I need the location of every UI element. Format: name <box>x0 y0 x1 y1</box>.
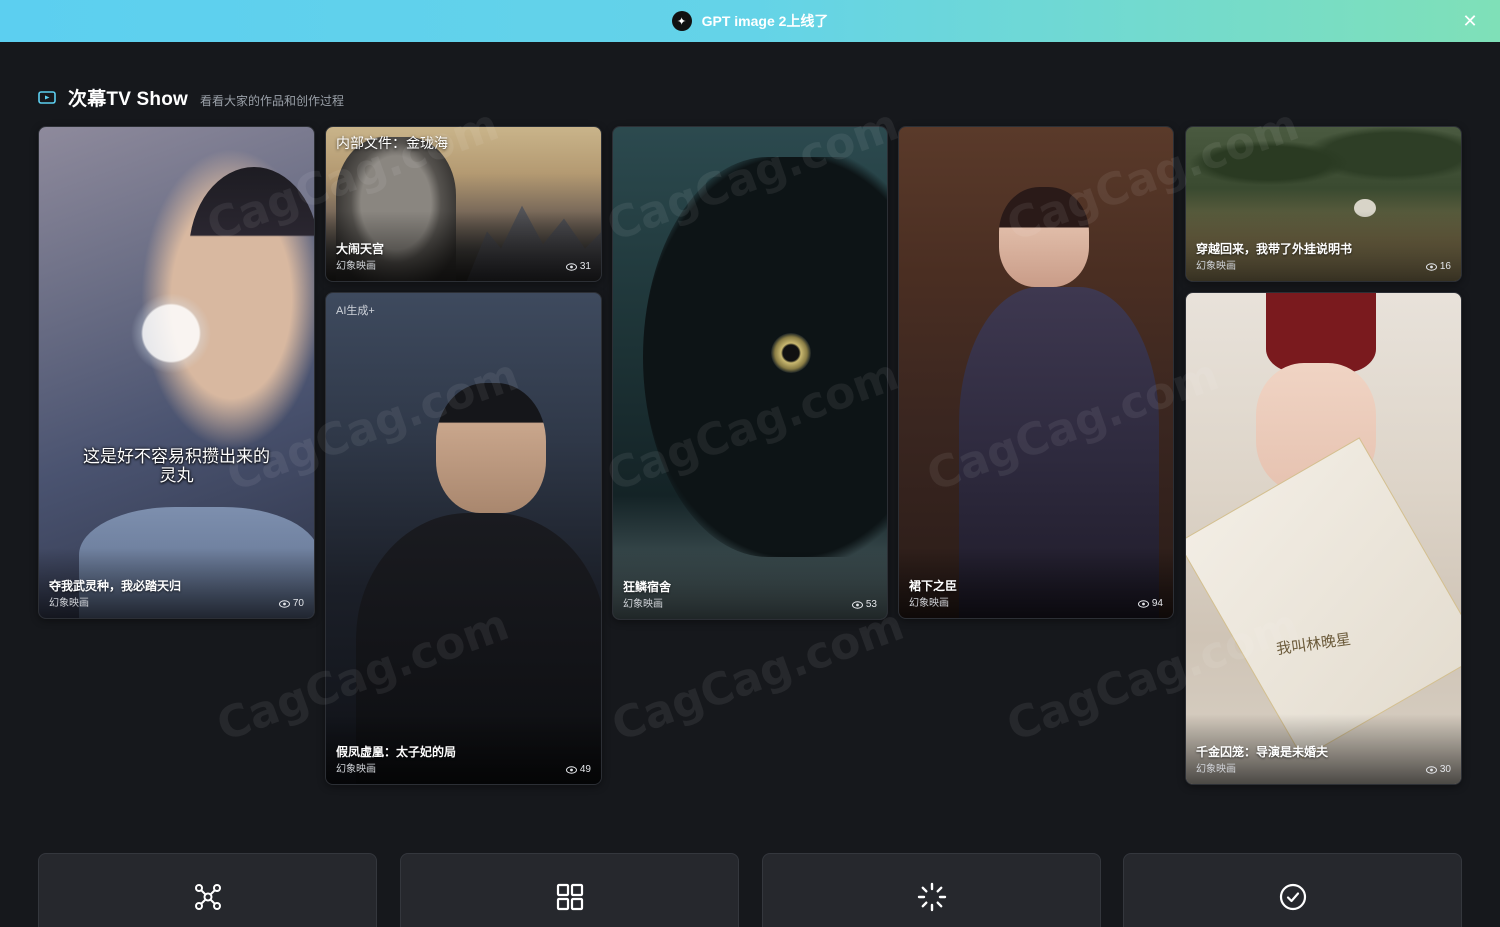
card-studio: 幻象映画 <box>623 599 663 610</box>
show-card[interactable]: 裙下之臣 幻象映画 94 <box>898 126 1174 619</box>
grid-icon <box>556 883 583 911</box>
card-title: 千金囚笼：导演是未婚夫 <box>1196 745 1329 759</box>
feature-tile[interactable] <box>762 853 1101 927</box>
views-count: 53 <box>865 599 877 610</box>
feature-tile[interactable] <box>1123 853 1462 927</box>
feature-tile[interactable] <box>400 853 739 927</box>
card-views: 94 <box>1137 598 1163 609</box>
card-thumbnail <box>1186 127 1461 217</box>
watermark: CagCag.com <box>605 599 911 752</box>
section-header: 次幕TV Show 看看大家的作品和创作过程 <box>38 84 344 111</box>
eye-icon <box>851 600 863 609</box>
tv-icon <box>38 91 56 104</box>
card-views: 53 <box>851 599 877 610</box>
show-card[interactable]: AI生成+ 假凤虚凰：太子妃的局 幻象映画 49 <box>325 292 602 785</box>
card-views: 30 <box>1425 764 1451 775</box>
close-icon[interactable]: ✕ <box>1460 11 1480 31</box>
nodes-icon <box>194 884 221 910</box>
check-circle-icon <box>1279 883 1306 911</box>
show-card[interactable]: 穿越回来，我带了外挂说明书 幻象映画 16 <box>1185 126 1462 282</box>
card-thumbnail <box>1266 293 1376 373</box>
subtitle-caption: 这是好不容易积攒出来的灵丸 <box>83 447 270 485</box>
section-title: 次幕TV Show <box>68 89 189 110</box>
card-views: 16 <box>1425 261 1451 272</box>
card-tag: AI生成+ <box>336 305 375 317</box>
card-studio: 幻象映画 <box>49 598 89 609</box>
views-count: 94 <box>1151 598 1163 609</box>
eye-icon <box>1425 765 1437 774</box>
card-studio: 幻象映画 <box>336 764 376 775</box>
card-title: 裙下之臣 <box>909 579 958 593</box>
card-tag: 内部文件：金珑海 <box>336 135 448 151</box>
crow-eye <box>771 333 811 373</box>
card-studio: 幻象映画 <box>1196 261 1236 272</box>
card-title: 穿越回来，我带了外挂说明书 <box>1196 242 1353 256</box>
show-card[interactable]: 内部文件：金珑海 大闹天宫 幻象映画 31 <box>325 126 602 282</box>
loader-icon <box>917 882 946 912</box>
card-studio: 幻象映画 <box>1196 764 1236 775</box>
views-count: 49 <box>579 764 591 775</box>
views-count: 31 <box>579 261 591 272</box>
card-title: 狂鳞宿舍 <box>623 580 672 594</box>
card-studio: 幻象映画 <box>336 261 376 272</box>
card-thumbnail <box>999 187 1089 287</box>
banner-content: ✦ GPT image 2上线了 <box>671 11 829 31</box>
card-views: 70 <box>278 598 304 609</box>
card-title: 大闹天宫 <box>336 242 385 256</box>
card-thumbnail <box>436 383 546 513</box>
banner-text: GPT image 2上线了 <box>701 13 829 29</box>
card-thumbnail <box>189 167 314 337</box>
feature-tile[interactable] <box>38 853 377 927</box>
card-studio: 幻象映画 <box>909 598 949 609</box>
views-count: 30 <box>1439 764 1451 775</box>
eye-icon <box>278 599 290 608</box>
views-count: 16 <box>1439 261 1451 272</box>
card-thumbnail <box>643 157 887 557</box>
section-subtitle: 看看大家的作品和创作过程 <box>200 94 345 108</box>
invitation-card <box>1186 437 1461 759</box>
show-card[interactable]: 这是好不容易积攒出来的灵丸 夺我武灵种，我必踏天归 幻象映画 70 <box>38 126 315 619</box>
sparkle-icon: ✦ <box>671 11 692 31</box>
views-count: 70 <box>292 598 304 609</box>
eye-icon <box>1425 262 1437 271</box>
card-title: 夺我武灵种，我必踏天归 <box>49 579 182 593</box>
card-title: 假凤虚凰：太子妃的局 <box>336 745 457 759</box>
eye-icon <box>1137 599 1149 608</box>
announcement-banner[interactable]: ✦ GPT image 2上线了 ✕ <box>0 0 1500 42</box>
card-views: 49 <box>565 764 591 775</box>
show-card[interactable]: 我叫林晚星 千金囚笼：导演是未婚夫 幻象映画 30 <box>1185 292 1462 785</box>
eye-icon <box>565 765 577 774</box>
eye-icon <box>565 262 577 271</box>
show-card[interactable]: 狂鳞宿舍 幻象映画 53 <box>612 126 888 620</box>
card-views: 31 <box>565 261 591 272</box>
